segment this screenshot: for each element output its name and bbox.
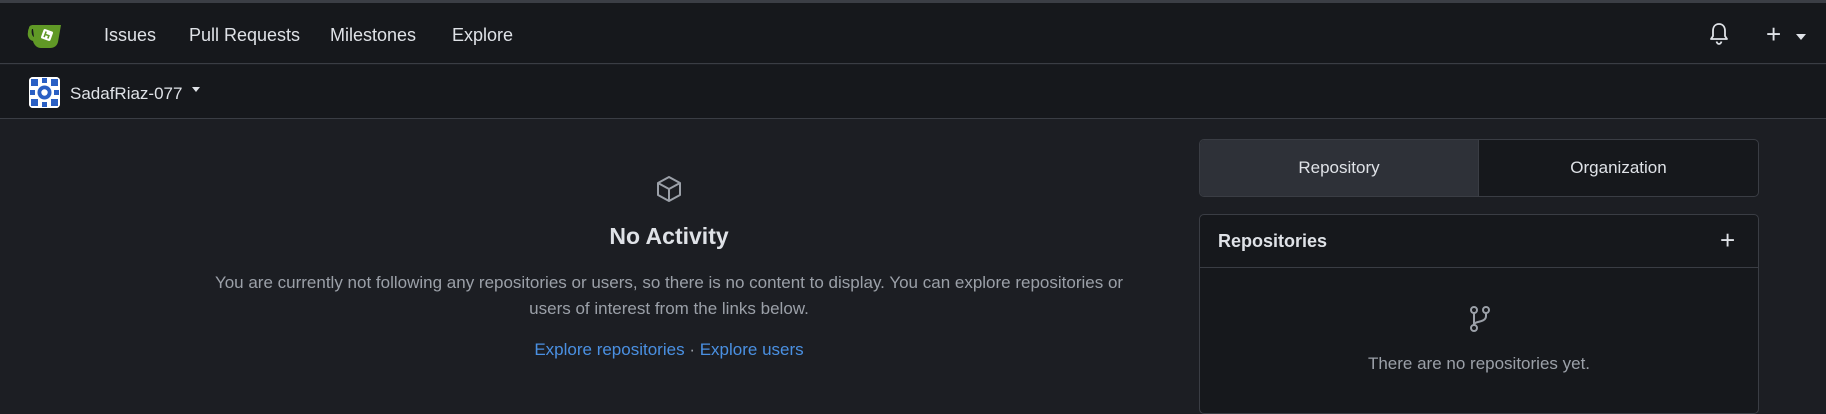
nav-issues[interactable]: Issues: [104, 25, 156, 46]
nav-pull-requests[interactable]: Pull Requests: [189, 25, 300, 46]
plus-icon: +: [1766, 19, 1782, 49]
empty-title: No Activity: [609, 223, 729, 249]
add-repository-button[interactable]: +: [1720, 225, 1735, 255]
gitea-teapot-icon[interactable]: [27, 20, 65, 50]
link-separator: ·: [689, 340, 695, 359]
nav-milestones[interactable]: Milestones: [330, 25, 416, 46]
repo-forked-icon: [1468, 305, 1492, 333]
context-bar: SadafRiaz-077: [0, 65, 1826, 119]
explore-links: Explore repositories · Explore users: [190, 340, 1148, 360]
explore-repositories-link[interactable]: Explore repositories: [534, 340, 684, 359]
package-icon: [654, 174, 684, 204]
avatar: [29, 77, 60, 108]
dashboard-tabs: Repository Organization: [1199, 139, 1759, 197]
tab-repository[interactable]: Repository: [1200, 140, 1479, 196]
chevron-down-icon: [1796, 34, 1806, 40]
empty-description: You are currently not following any repo…: [214, 273, 1124, 318]
chevron-down-icon: [192, 87, 200, 92]
tab-organization[interactable]: Organization: [1479, 140, 1758, 196]
activity-feed-empty: No Activity You are currently not follow…: [190, 120, 1148, 403]
repositories-panel: Repositories + There are no repositories…: [1199, 214, 1759, 414]
context-user-name: SadafRiaz-077: [70, 84, 183, 103]
repositories-title: Repositories: [1218, 231, 1328, 251]
explore-users-link[interactable]: Explore users: [700, 340, 804, 359]
bell-icon[interactable]: [1708, 22, 1730, 46]
create-new-dropdown[interactable]: +: [1766, 20, 1810, 48]
top-navbar: Issues Pull Requests Milestones Explore …: [0, 3, 1826, 64]
repositories-empty-text: There are no repositories yet.: [1367, 354, 1591, 373]
nav-explore[interactable]: Explore: [452, 25, 513, 46]
repositories-header: Repositories +: [1200, 215, 1758, 268]
